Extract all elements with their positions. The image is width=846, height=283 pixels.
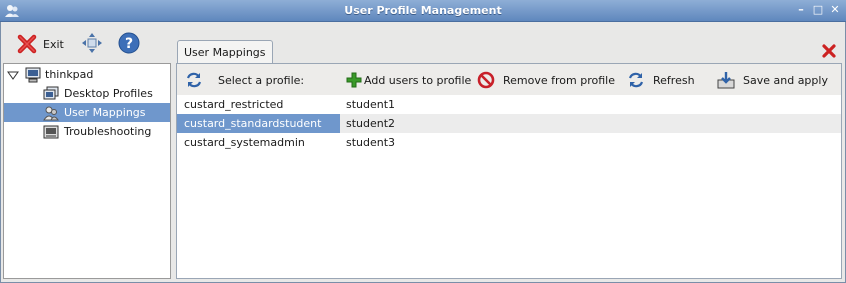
window-title: User Profile Management bbox=[344, 4, 502, 17]
tree-item-label: Troubleshooting bbox=[64, 125, 152, 138]
move-arrows-icon bbox=[82, 33, 102, 53]
troubleshooting-icon bbox=[43, 125, 59, 138]
help-button[interactable]: ? bbox=[118, 30, 140, 56]
table-row[interactable]: custard_restricted student1 bbox=[177, 95, 841, 114]
refresh-icon bbox=[628, 72, 644, 88]
tree-root-label: thinkpad bbox=[45, 68, 94, 81]
save-label: Save and apply bbox=[743, 73, 828, 87]
desktop-profiles-icon bbox=[43, 86, 59, 99]
move-button[interactable] bbox=[81, 30, 103, 56]
select-profile-label: Select a profile: bbox=[218, 73, 305, 87]
user-cell[interactable]: student1 bbox=[346, 95, 395, 114]
navigation-tree: thinkpad Desktop Profiles User Mappings … bbox=[3, 63, 171, 279]
save-and-apply-button[interactable]: Save and apply bbox=[717, 70, 828, 90]
maximize-button[interactable]: □ bbox=[811, 3, 825, 17]
profile-cell[interactable]: custard_restricted bbox=[184, 95, 340, 114]
add-icon bbox=[346, 72, 362, 88]
remove-icon bbox=[477, 71, 495, 89]
exit-label: Exit bbox=[43, 37, 64, 51]
save-icon bbox=[717, 72, 735, 89]
exit-icon bbox=[17, 34, 37, 54]
user-cell[interactable]: student2 bbox=[346, 114, 395, 133]
help-icon: ? bbox=[118, 32, 140, 54]
profile-cell[interactable]: custard_systemadmin bbox=[184, 133, 340, 152]
svg-text:?: ? bbox=[125, 36, 133, 52]
table-row[interactable]: custard_standardstudent student2 bbox=[177, 114, 841, 133]
remove-label: Remove from profile bbox=[503, 73, 615, 87]
user-mappings-icon bbox=[43, 106, 59, 120]
add-users-label: Add users to profile bbox=[364, 73, 472, 87]
refresh-label: Refresh bbox=[653, 73, 695, 87]
close-window-button[interactable]: ✕ bbox=[828, 3, 842, 17]
exit-button[interactable]: Exit bbox=[17, 31, 64, 57]
computer-icon bbox=[25, 67, 41, 82]
tab-user-mappings[interactable]: User Mappings bbox=[177, 40, 273, 64]
remove-from-profile-button[interactable]: Remove from profile bbox=[477, 70, 615, 90]
tree-item-user-mappings[interactable]: User Mappings bbox=[4, 103, 170, 122]
expander-icon[interactable] bbox=[7, 69, 19, 81]
tree-item-desktop-profiles[interactable]: Desktop Profiles bbox=[4, 84, 170, 103]
tree-item-troubleshooting[interactable]: Troubleshooting bbox=[4, 122, 170, 141]
table-row[interactable]: custard_systemadmin student3 bbox=[177, 133, 841, 152]
refresh-profiles-button[interactable] bbox=[185, 70, 203, 90]
tree-item-label: User Mappings bbox=[64, 106, 146, 119]
add-users-button[interactable]: Add users to profile bbox=[346, 70, 471, 90]
profile-cell[interactable]: custard_standardstudent bbox=[177, 114, 340, 133]
refresh-button[interactable]: Refresh bbox=[627, 70, 695, 90]
tree-item-label: Desktop Profiles bbox=[64, 87, 153, 100]
minimize-button[interactable]: – bbox=[794, 3, 808, 17]
tab-label: User Mappings bbox=[184, 46, 266, 59]
user-cell[interactable]: student3 bbox=[346, 133, 395, 152]
title-bar: User Profile Management – □ ✕ bbox=[0, 0, 846, 22]
close-tab-icon[interactable] bbox=[822, 44, 836, 58]
refresh-icon bbox=[186, 72, 202, 88]
tree-item-thinkpad[interactable]: thinkpad bbox=[4, 65, 170, 84]
mappings-table: custard_restricted student1 custard_stan… bbox=[177, 95, 841, 278]
